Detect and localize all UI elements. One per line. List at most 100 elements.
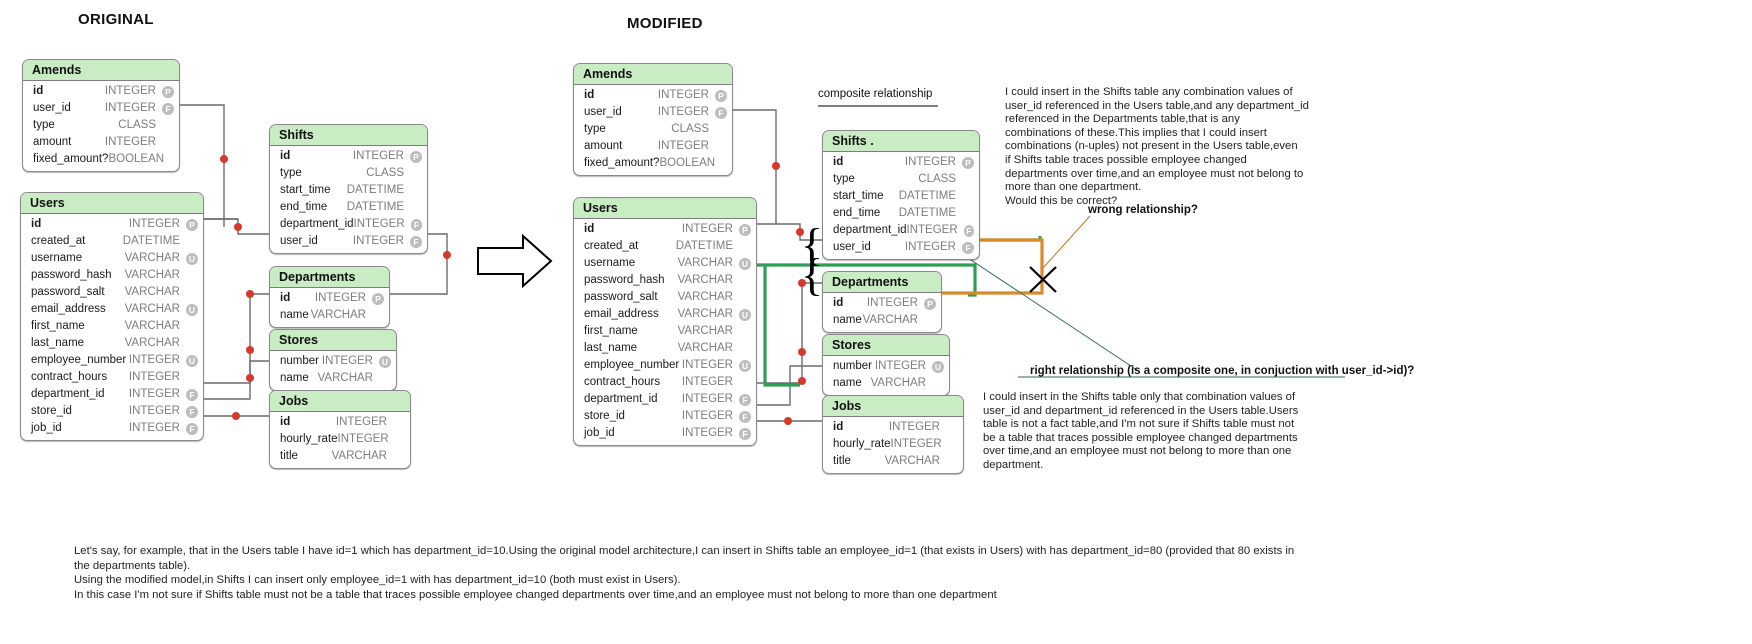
table-row[interactable]: job_id INTEGER F — [574, 425, 756, 442]
table-row[interactable]: id INTEGER P — [574, 87, 732, 104]
table-modified-amends[interactable]: Amends id INTEGER P user_id INTEGER F type CL… — [573, 63, 733, 176]
key-badge: F — [186, 405, 198, 418]
table-row[interactable]: hourly_rate INTEGER — [270, 431, 410, 448]
table-row[interactable]: user_id INTEGER F — [823, 239, 979, 256]
table-row[interactable]: number INTEGER U — [823, 358, 949, 375]
table-row[interactable]: contract_hours INTEGER — [21, 369, 203, 386]
table-original-departments[interactable]: Departments id INTEGER P name VARCHAR — [269, 266, 390, 328]
table-row[interactable]: first_name VARCHAR — [21, 318, 203, 335]
table-row[interactable]: email_address VARCHAR U — [21, 301, 203, 318]
table-rows: id INTEGER P type CLASS start_time DATETIME … — [270, 146, 427, 253]
table-row[interactable]: department_id INTEGER F — [21, 386, 203, 403]
table-row[interactable]: type CLASS — [270, 165, 427, 182]
table-modified-departments[interactable]: Departments id INTEGER P name VARCHAR — [822, 271, 942, 333]
table-row[interactable]: employee_number INTEGER U — [574, 357, 756, 374]
table-row[interactable]: id INTEGER P — [270, 148, 427, 165]
table-row[interactable]: id INTEGER P — [270, 290, 389, 307]
table-row[interactable]: email_address VARCHAR U — [574, 306, 756, 323]
table-row[interactable]: password_salt VARCHAR — [574, 289, 756, 306]
table-header: Users — [21, 193, 203, 214]
table-row[interactable]: username VARCHAR U — [21, 250, 203, 267]
table-row[interactable]: department_id INTEGER F — [270, 216, 427, 233]
table-row[interactable]: id INTEGER — [270, 414, 410, 431]
table-row[interactable]: title VARCHAR — [270, 448, 410, 465]
table-row[interactable]: id INTEGER — [823, 419, 963, 436]
table-row[interactable]: user_id INTEGER F — [270, 233, 427, 250]
table-row[interactable]: fixed_amount? BOOLEAN — [23, 151, 179, 168]
table-row[interactable]: id INTEGER P — [21, 216, 203, 233]
table-modified-stores[interactable]: Stores number INTEGER U name VARCHAR — [822, 334, 950, 396]
field-name: id — [280, 292, 291, 304]
table-row[interactable]: department_id INTEGER F — [823, 222, 979, 239]
key-badge — [962, 208, 974, 220]
table-row[interactable]: store_id INTEGER F — [21, 403, 203, 420]
table-header: Amends — [23, 60, 179, 81]
table-rows: number INTEGER U name VARCHAR — [823, 356, 949, 395]
table-row[interactable]: password_hash VARCHAR — [574, 272, 756, 289]
table-rows: id INTEGER P name VARCHAR — [823, 293, 941, 332]
field-name: password_salt — [31, 286, 105, 298]
table-modified-users[interactable]: Users id INTEGER P created_at DATETIME user… — [573, 197, 757, 446]
field-name: employee_number — [584, 359, 680, 371]
table-row[interactable]: id INTEGER P — [823, 154, 979, 171]
field-type: INTEGER — [890, 438, 942, 450]
field-type: INTEGER — [314, 292, 366, 304]
table-row[interactable]: store_id INTEGER F — [574, 408, 756, 425]
table-row[interactable]: last_name VARCHAR — [574, 340, 756, 357]
field-type: DATETIME — [122, 235, 180, 247]
table-row[interactable]: amount INTEGER — [574, 138, 732, 155]
key-badge — [393, 417, 405, 429]
table-row[interactable]: start_time DATETIME — [823, 188, 979, 205]
table-row[interactable]: user_id INTEGER F — [23, 100, 179, 117]
table-row[interactable]: last_name VARCHAR — [21, 335, 203, 352]
field-type: INTEGER — [681, 359, 733, 371]
field-name: job_id — [31, 422, 62, 434]
table-row[interactable]: name VARCHAR — [823, 375, 949, 392]
table-original-stores[interactable]: Stores number INTEGER U name VARCHAR — [269, 329, 397, 391]
field-name: type — [584, 123, 606, 135]
table-modified-shifts[interactable]: Shifts . id INTEGER P type CLASS start_time… — [822, 130, 980, 260]
table-row[interactable]: name VARCHAR — [270, 370, 396, 387]
table-original-jobs[interactable]: Jobs id INTEGER hourly_rate INTEGER title V… — [269, 390, 411, 469]
table-row[interactable]: hourly_rate INTEGER — [823, 436, 963, 453]
table-row[interactable]: first_name VARCHAR — [574, 323, 756, 340]
key-badge — [170, 154, 174, 166]
table-row[interactable]: type CLASS — [574, 121, 732, 138]
key-badge — [739, 275, 751, 287]
field-name: created_at — [584, 240, 639, 252]
field-name: amount — [584, 140, 623, 152]
table-row[interactable]: number INTEGER U — [270, 353, 396, 370]
table-row[interactable]: type CLASS — [23, 117, 179, 134]
table-row[interactable]: end_time DATETIME — [823, 205, 979, 222]
field-name: id — [584, 223, 595, 235]
table-row[interactable]: type CLASS — [823, 171, 979, 188]
table-row[interactable]: start_time DATETIME — [270, 182, 427, 199]
table-row[interactable]: employee_number INTEGER U — [21, 352, 203, 369]
table-row[interactable]: created_at DATETIME — [574, 238, 756, 255]
table-row[interactable]: password_salt VARCHAR — [21, 284, 203, 301]
table-modified-jobs[interactable]: Jobs id INTEGER hourly_rate INTEGER title V… — [822, 395, 964, 474]
table-original-users[interactable]: Users id INTEGER P created_at DATETIME user… — [20, 192, 204, 441]
table-original-amends[interactable]: Amends id INTEGER P user_id INTEGER F type CL… — [22, 59, 180, 172]
table-row[interactable]: amount INTEGER — [23, 134, 179, 151]
field-type: CLASS — [118, 119, 156, 131]
table-row[interactable]: username VARCHAR U — [574, 255, 756, 272]
table-row[interactable]: contract_hours INTEGER — [574, 374, 756, 391]
table-row[interactable]: department_id INTEGER F — [574, 391, 756, 408]
table-row[interactable]: fixed_amount? BOOLEAN — [574, 155, 732, 172]
table-row[interactable]: job_id INTEGER F — [21, 420, 203, 437]
field-name: id — [31, 218, 42, 230]
table-row[interactable]: id INTEGER P — [823, 295, 941, 312]
table-row[interactable]: name VARCHAR — [823, 312, 941, 329]
table-row[interactable]: id INTEGER P — [23, 83, 179, 100]
field-name: department_id — [584, 393, 658, 405]
table-original-shifts[interactable]: Shifts id INTEGER P type CLASS start_time DA… — [269, 124, 428, 254]
table-row[interactable]: title VARCHAR — [823, 453, 963, 470]
table-row[interactable]: created_at DATETIME — [21, 233, 203, 250]
table-row[interactable]: end_time DATETIME — [270, 199, 427, 216]
table-row[interactable]: id INTEGER P — [574, 221, 756, 238]
table-row[interactable]: user_id INTEGER F — [574, 104, 732, 121]
table-row[interactable]: name VARCHAR — [270, 307, 389, 324]
table-row[interactable]: password_hash VARCHAR — [21, 267, 203, 284]
key-badge: P — [924, 297, 936, 310]
